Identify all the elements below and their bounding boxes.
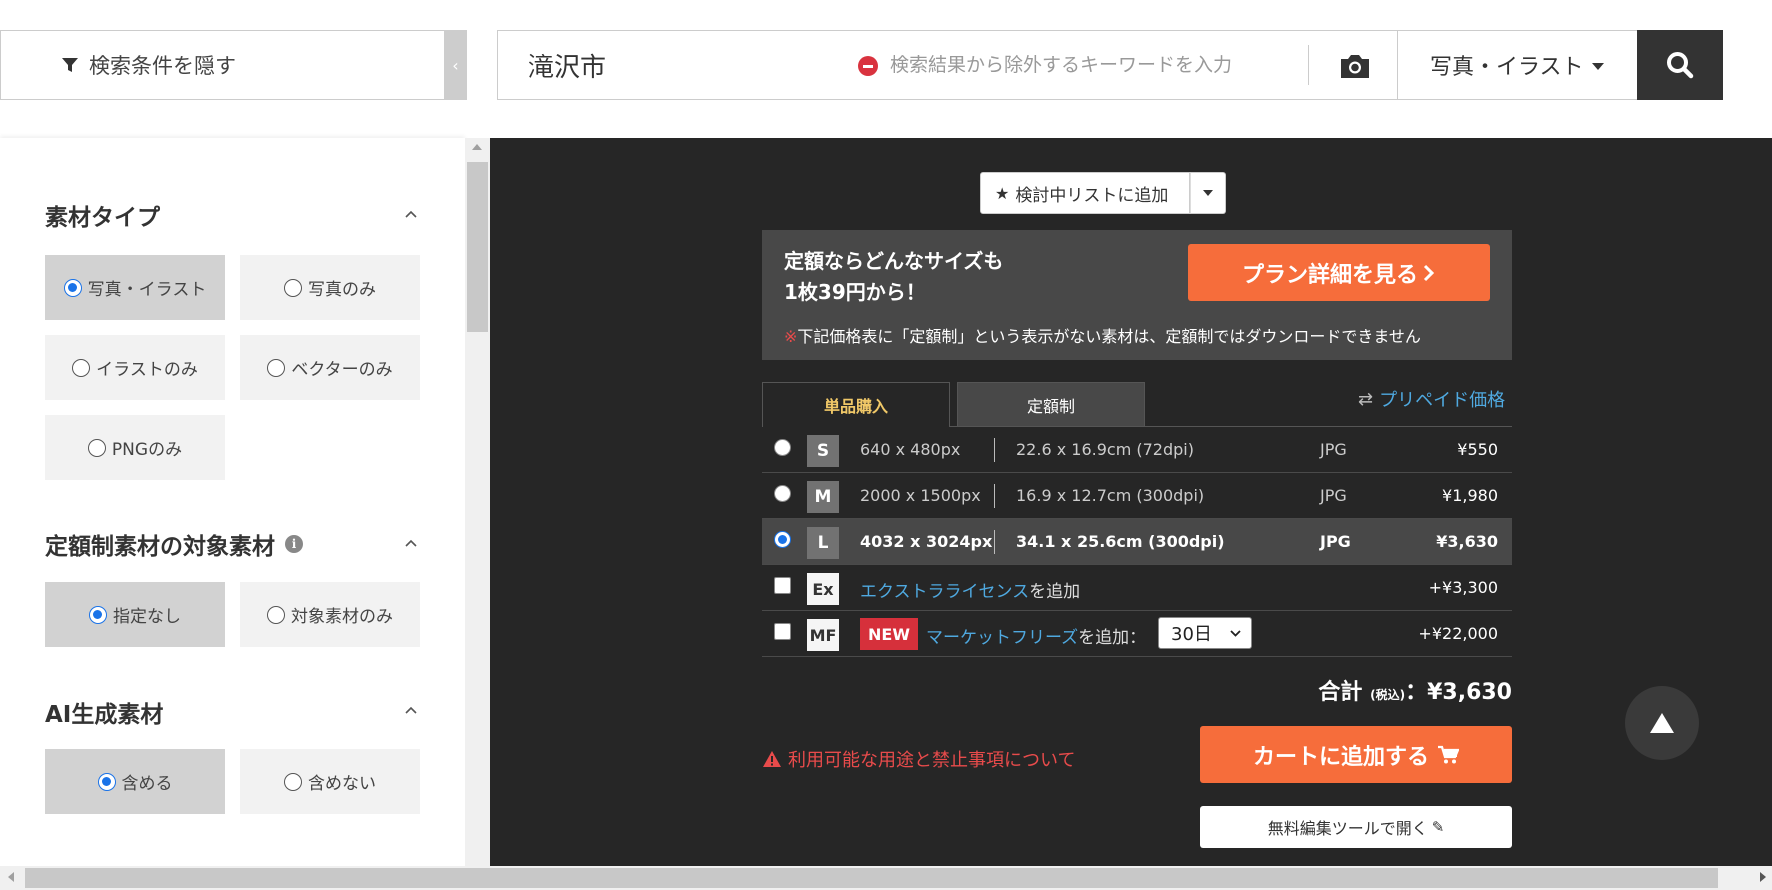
- radio: [87, 438, 106, 457]
- divider: [1308, 45, 1309, 85]
- promo-note: ※下記価格表に「定額制」という表示がない素材は、定額制ではダウンロードできません: [784, 327, 1421, 346]
- radio: [267, 605, 285, 624]
- usage-restrictions-link[interactable]: 利用可能な用途と禁止事項について: [762, 746, 1075, 772]
- size-row-s[interactable]: S 640 x 480px 22.6 x 16.9cm (72dpi) JPG …: [762, 427, 1512, 473]
- option-vector-only[interactable]: ベクターのみ: [240, 335, 420, 400]
- warning-icon: [763, 751, 781, 767]
- arrow-up-icon: [1650, 713, 1674, 733]
- search-bar: 写真・イラスト: [497, 30, 1723, 100]
- extra-license-checkbox[interactable]: [774, 577, 791, 594]
- open-editor-button[interactable]: 無料編集ツールで開く ✎: [1200, 806, 1512, 848]
- exclude-keyword-input[interactable]: [890, 31, 1290, 99]
- size-radio[interactable]: [774, 485, 791, 502]
- extra-license-row: Ex エクストラライセンスを追加 +¥3,300: [762, 565, 1512, 611]
- option-include-ai[interactable]: 含める: [45, 749, 225, 814]
- size-badge: L: [807, 527, 839, 559]
- new-badge: NEW: [860, 618, 918, 650]
- option-no-preference[interactable]: 指定なし: [45, 582, 225, 647]
- chevron-left-icon: ‹: [452, 55, 459, 75]
- add-to-cart-button[interactable]: カートに追加する: [1200, 726, 1512, 783]
- purchase-panel: ★ 検討中リストに追加 定額ならどんなサイズも 1枚39円から！ プラン詳細を見…: [490, 138, 1772, 866]
- market-freeze-link[interactable]: マーケットフリーズ: [926, 628, 1078, 648]
- caret-down-icon: [1591, 63, 1604, 70]
- scroll-left-arrow[interactable]: [8, 872, 14, 882]
- plan-details-button[interactable]: プラン詳細を見る: [1188, 244, 1490, 301]
- scroll-right-arrow[interactable]: [1760, 872, 1766, 882]
- add-to-wishlist-button[interactable]: ★ 検討中リストに追加: [980, 172, 1190, 214]
- caret-down-icon: [1203, 190, 1213, 196]
- option-photo-only[interactable]: 写真のみ: [240, 255, 420, 320]
- option-illust-only[interactable]: イラストのみ: [45, 335, 225, 400]
- option-png-only[interactable]: PNGのみ: [45, 415, 225, 480]
- size-radio[interactable]: [774, 531, 791, 548]
- market-freeze-badge: MF: [807, 619, 839, 651]
- extra-license-link[interactable]: エクストラライセンス: [860, 582, 1029, 602]
- extra-license-badge: Ex: [807, 573, 839, 605]
- search-icon: [1667, 52, 1694, 79]
- size-row-l[interactable]: L 4032 x 3024px 34.1 x 25.6cm (300dpi) J…: [762, 519, 1512, 565]
- material-type-select-value: 写真・イラスト: [1430, 55, 1584, 80]
- tab-subscription[interactable]: 定額制: [957, 382, 1145, 427]
- chevron-up-icon[interactable]: [405, 537, 417, 549]
- total-price: 合計 (税込)：¥3,630: [1318, 680, 1512, 705]
- size-row-m[interactable]: M 2000 x 1500px 16.9 x 12.7cm (300dpi) J…: [762, 473, 1512, 519]
- section-title-ai-generated: AI生成素材: [45, 702, 164, 728]
- radio: [267, 358, 286, 377]
- filter-sidebar: 素材タイプ 写真・イラスト 写真のみ イラストのみ ベクターのみ PNGのみ 定…: [0, 138, 465, 866]
- hide-filter-button[interactable]: 検索条件を隠す: [0, 30, 444, 100]
- swap-icon: ⇄: [1358, 388, 1374, 410]
- info-icon[interactable]: i: [285, 535, 303, 553]
- size-badge: S: [807, 435, 839, 467]
- wishlist-dropdown-button[interactable]: [1190, 172, 1226, 214]
- hide-filter-label: 検索条件を隠す: [89, 54, 236, 78]
- radio: [97, 772, 116, 791]
- promo-text: 定額ならどんなサイズも 1枚39円から！: [784, 249, 1004, 304]
- scroll-thumb[interactable]: [467, 162, 488, 332]
- scroll-thumb[interactable]: [25, 868, 1718, 888]
- radio: [89, 605, 107, 624]
- freeze-duration-select[interactable]: 30日: [1158, 617, 1252, 649]
- size-badge: M: [807, 481, 839, 513]
- option-photo-illust[interactable]: 写真・イラスト: [45, 255, 225, 320]
- section-title-subscription-target: 定額制素材の対象素材 i: [45, 527, 303, 561]
- camera-icon[interactable]: [1338, 51, 1372, 81]
- radio: [284, 772, 302, 791]
- exclude-icon: [858, 56, 878, 76]
- market-freeze-row: MF NEW マーケットフリーズを追加： 30日 +¥22,000: [762, 611, 1512, 657]
- chevron-right-icon: [1423, 264, 1435, 281]
- funnel-icon: [62, 58, 78, 72]
- sidebar-scrollbar[interactable]: [465, 138, 490, 866]
- cart-icon: [1438, 745, 1459, 763]
- scroll-to-top-button[interactable]: [1625, 686, 1699, 760]
- material-type-select[interactable]: 写真・イラスト: [1397, 31, 1637, 99]
- chevron-down-icon: [1230, 630, 1241, 637]
- section-title-material-type: 素材タイプ: [45, 205, 160, 231]
- option-target-only[interactable]: 対象素材のみ: [240, 582, 420, 647]
- search-input[interactable]: [528, 31, 828, 99]
- star-icon: ★: [995, 183, 1010, 203]
- chevron-up-icon[interactable]: [405, 704, 417, 716]
- tab-single-purchase[interactable]: 単品購入: [762, 382, 950, 427]
- chevron-up-icon[interactable]: [405, 208, 417, 220]
- pencil-icon: ✎: [1431, 818, 1445, 836]
- radio: [284, 278, 302, 297]
- collapse-sidebar-tab[interactable]: ‹: [444, 30, 467, 100]
- option-exclude-ai[interactable]: 含めない: [240, 749, 420, 814]
- horizontal-scrollbar[interactable]: [0, 866, 1772, 890]
- prepaid-price-link[interactable]: ⇄ プリペイド価格: [1358, 386, 1505, 412]
- market-freeze-checkbox[interactable]: [774, 623, 791, 640]
- search-button[interactable]: [1637, 30, 1723, 100]
- size-radio[interactable]: [774, 439, 791, 456]
- radio: [63, 278, 82, 297]
- subscription-promo: 定額ならどんなサイズも 1枚39円から！ プラン詳細を見る ※下記価格表に「定額…: [762, 230, 1512, 360]
- scroll-up-arrow[interactable]: [472, 144, 482, 150]
- radio: [72, 358, 91, 377]
